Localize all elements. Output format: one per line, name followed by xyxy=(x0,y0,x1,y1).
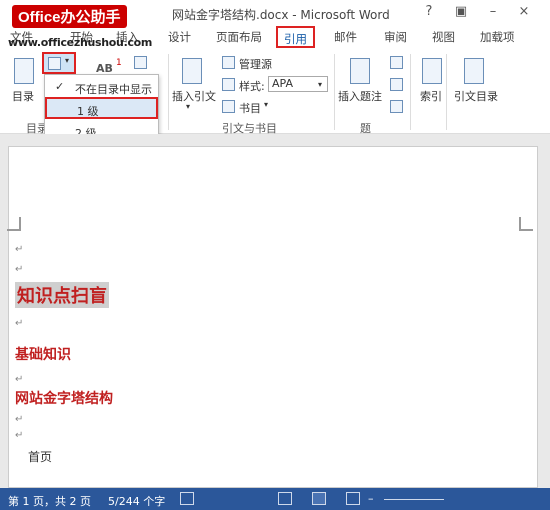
paragraph-mark: ↵ xyxy=(15,414,24,425)
manage-sources-button[interactable]: 管理源 xyxy=(239,56,272,72)
chevron-down-icon: ▾ xyxy=(65,56,70,65)
chevron-down-icon: ▾ xyxy=(186,102,191,111)
insert-endnote-icon[interactable] xyxy=(134,56,147,69)
mark-entry-icon[interactable] xyxy=(422,58,442,84)
read-mode-icon[interactable] xyxy=(278,492,292,505)
add-text-button[interactable]: ▾ xyxy=(42,52,76,74)
window-title: 网站金字塔结构.docx - Microsoft Word xyxy=(172,8,390,22)
tab-references[interactable]: 引用 xyxy=(276,26,315,48)
zoom-slider[interactable] xyxy=(384,499,444,500)
paragraph-mark: ↵ xyxy=(15,374,24,385)
paragraph-mark: ↵ xyxy=(15,318,24,329)
bibliography-button[interactable]: 书目 xyxy=(239,100,261,116)
zoom-out-icon[interactable]: – xyxy=(368,492,378,505)
tab-page-layout[interactable]: 页面布局 xyxy=(216,29,262,45)
style-label: 样式: xyxy=(239,80,265,93)
paragraph-mark: ↵ xyxy=(15,264,24,275)
group-divider xyxy=(168,54,169,130)
insert-citation-icon[interactable] xyxy=(182,58,202,84)
menu-item-level-1[interactable]: 1 级 xyxy=(45,97,158,119)
insert-table-of-figures-icon[interactable] xyxy=(390,56,403,69)
menu-item-do-not-show[interactable]: ✓ 不在目录中显示 xyxy=(45,77,158,99)
style-icon xyxy=(222,78,235,91)
heading-2-basics[interactable]: 基础知识 xyxy=(15,344,71,364)
print-layout-icon[interactable] xyxy=(312,492,326,505)
page-count[interactable]: 第 1 页，共 2 页 xyxy=(8,493,91,509)
proofing-icon[interactable] xyxy=(180,492,194,505)
mark-citation-icon[interactable] xyxy=(464,58,484,84)
close-button[interactable]: × xyxy=(515,4,533,19)
tab-review[interactable]: 审阅 xyxy=(384,29,407,45)
group-divider xyxy=(410,54,411,130)
crop-mark xyxy=(7,217,21,231)
toc-button[interactable]: 目录 xyxy=(12,88,34,104)
site-logo: Office办公助手 xyxy=(12,5,127,28)
tab-design[interactable]: 设计 xyxy=(168,29,191,45)
cross-reference-icon[interactable] xyxy=(390,100,403,113)
insert-citation-button[interactable]: 插入引文 xyxy=(172,88,216,104)
title-bar: Office办公助手 网站金字塔结构.docx - Microsoft Word… xyxy=(0,0,550,28)
chevron-down-icon: ▾ xyxy=(318,80,323,89)
word-count[interactable]: 5/244 个字 xyxy=(108,493,165,509)
tab-mailings[interactable]: 邮件 xyxy=(334,29,357,45)
manage-sources-icon[interactable] xyxy=(222,56,235,69)
web-layout-icon[interactable] xyxy=(346,492,360,505)
document-page[interactable] xyxy=(7,146,538,488)
heading-1[interactable]: 知识点扫盲 xyxy=(15,282,109,308)
crop-mark xyxy=(519,217,533,231)
minimize-button[interactable]: – xyxy=(484,4,502,19)
heading-2-pyramid[interactable]: 网站金字塔结构 xyxy=(15,388,113,408)
group-divider xyxy=(446,54,447,130)
insert-caption-button[interactable]: 插入题注 xyxy=(338,88,382,104)
menu-item-label: 1 级 xyxy=(77,105,99,118)
status-bar: 第 1 页，共 2 页 5/244 个字 – xyxy=(0,488,550,510)
footnote-superscript: 1 xyxy=(116,58,122,68)
paragraph-mark: ↵ xyxy=(15,430,24,441)
insert-caption-icon[interactable] xyxy=(350,58,370,84)
paragraph-mark: ↵ xyxy=(15,244,24,255)
checkmark-icon: ✓ xyxy=(55,80,65,93)
menu-item-label: 不在目录中显示 xyxy=(75,83,152,96)
bibliography-icon[interactable] xyxy=(222,100,235,113)
tab-view[interactable]: 视图 xyxy=(432,29,455,45)
table-of-contents-icon[interactable] xyxy=(14,58,34,84)
table-of-authorities-button[interactable]: 引文目录 xyxy=(454,88,498,104)
add-text-icon xyxy=(48,57,61,70)
help-button[interactable]: ? xyxy=(420,4,438,19)
index-button[interactable]: 索引 xyxy=(420,88,442,104)
tab-addins[interactable]: 加载项 xyxy=(480,29,515,45)
restore-button[interactable]: ▣ xyxy=(452,4,470,19)
group-divider xyxy=(334,54,335,130)
chevron-down-icon: ▾ xyxy=(264,100,269,109)
body-text[interactable]: 首页 xyxy=(28,448,52,465)
update-table-icon[interactable] xyxy=(390,78,403,91)
